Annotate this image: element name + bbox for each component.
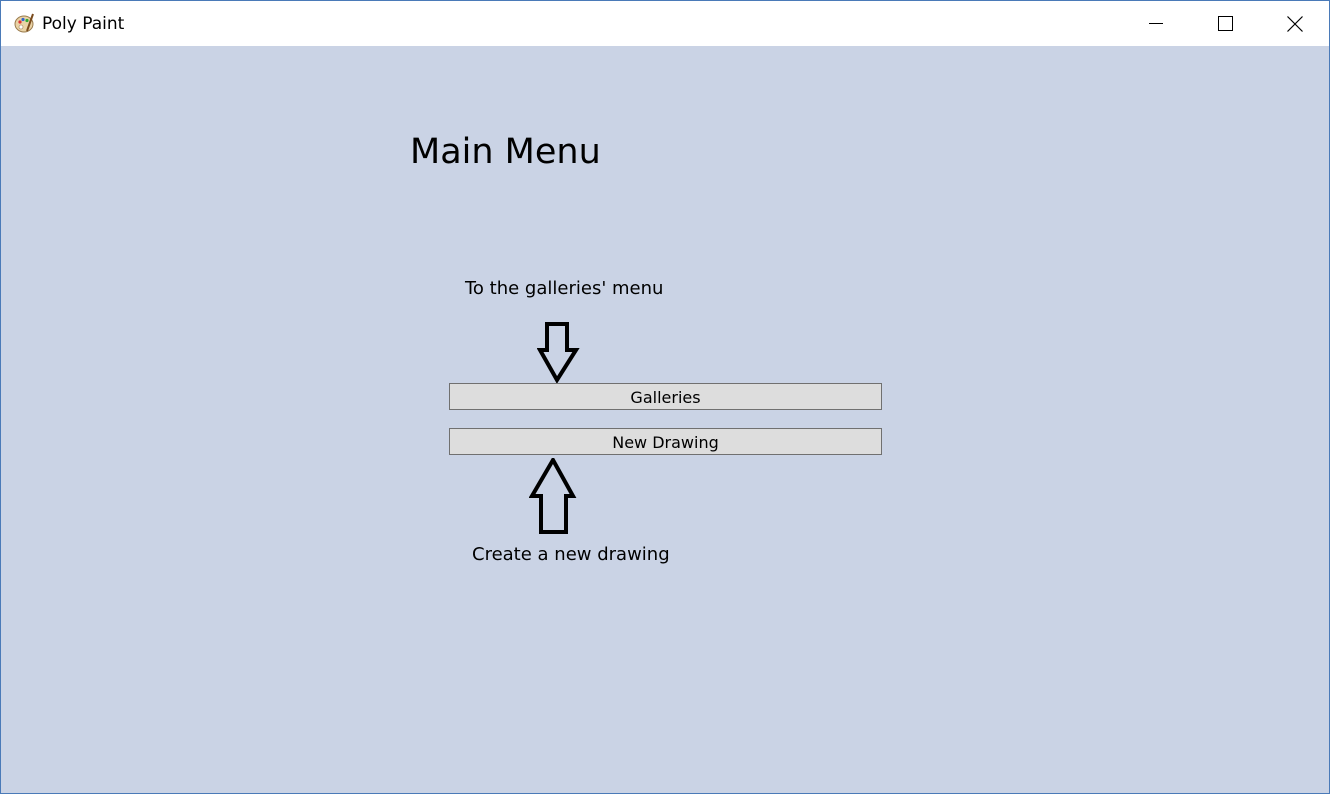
maximize-button[interactable] [1190,1,1259,46]
galleries-button[interactable]: Galleries [449,383,882,410]
maximize-icon [1218,16,1233,31]
arrow-up-icon [529,458,577,534]
page-title: Main Menu [410,132,601,172]
minimize-icon [1149,23,1163,24]
title-bar[interactable]: Poly Paint [1,1,1329,46]
palette-icon [13,12,35,34]
galleries-hint: To the galleries' menu [465,278,664,299]
app-window: Poly Paint Main Menu To the galleries' m… [0,0,1330,794]
close-button[interactable] [1260,1,1329,46]
main-menu-content: Main Menu To the galleries' menu Galleri… [1,46,1329,793]
minimize-button[interactable] [1121,1,1190,46]
close-icon [1287,16,1303,32]
window-title: Poly Paint [42,14,125,34]
arrow-down-icon [537,322,580,384]
new-drawing-hint: Create a new drawing [472,544,670,565]
new-drawing-button[interactable]: New Drawing [449,428,882,455]
